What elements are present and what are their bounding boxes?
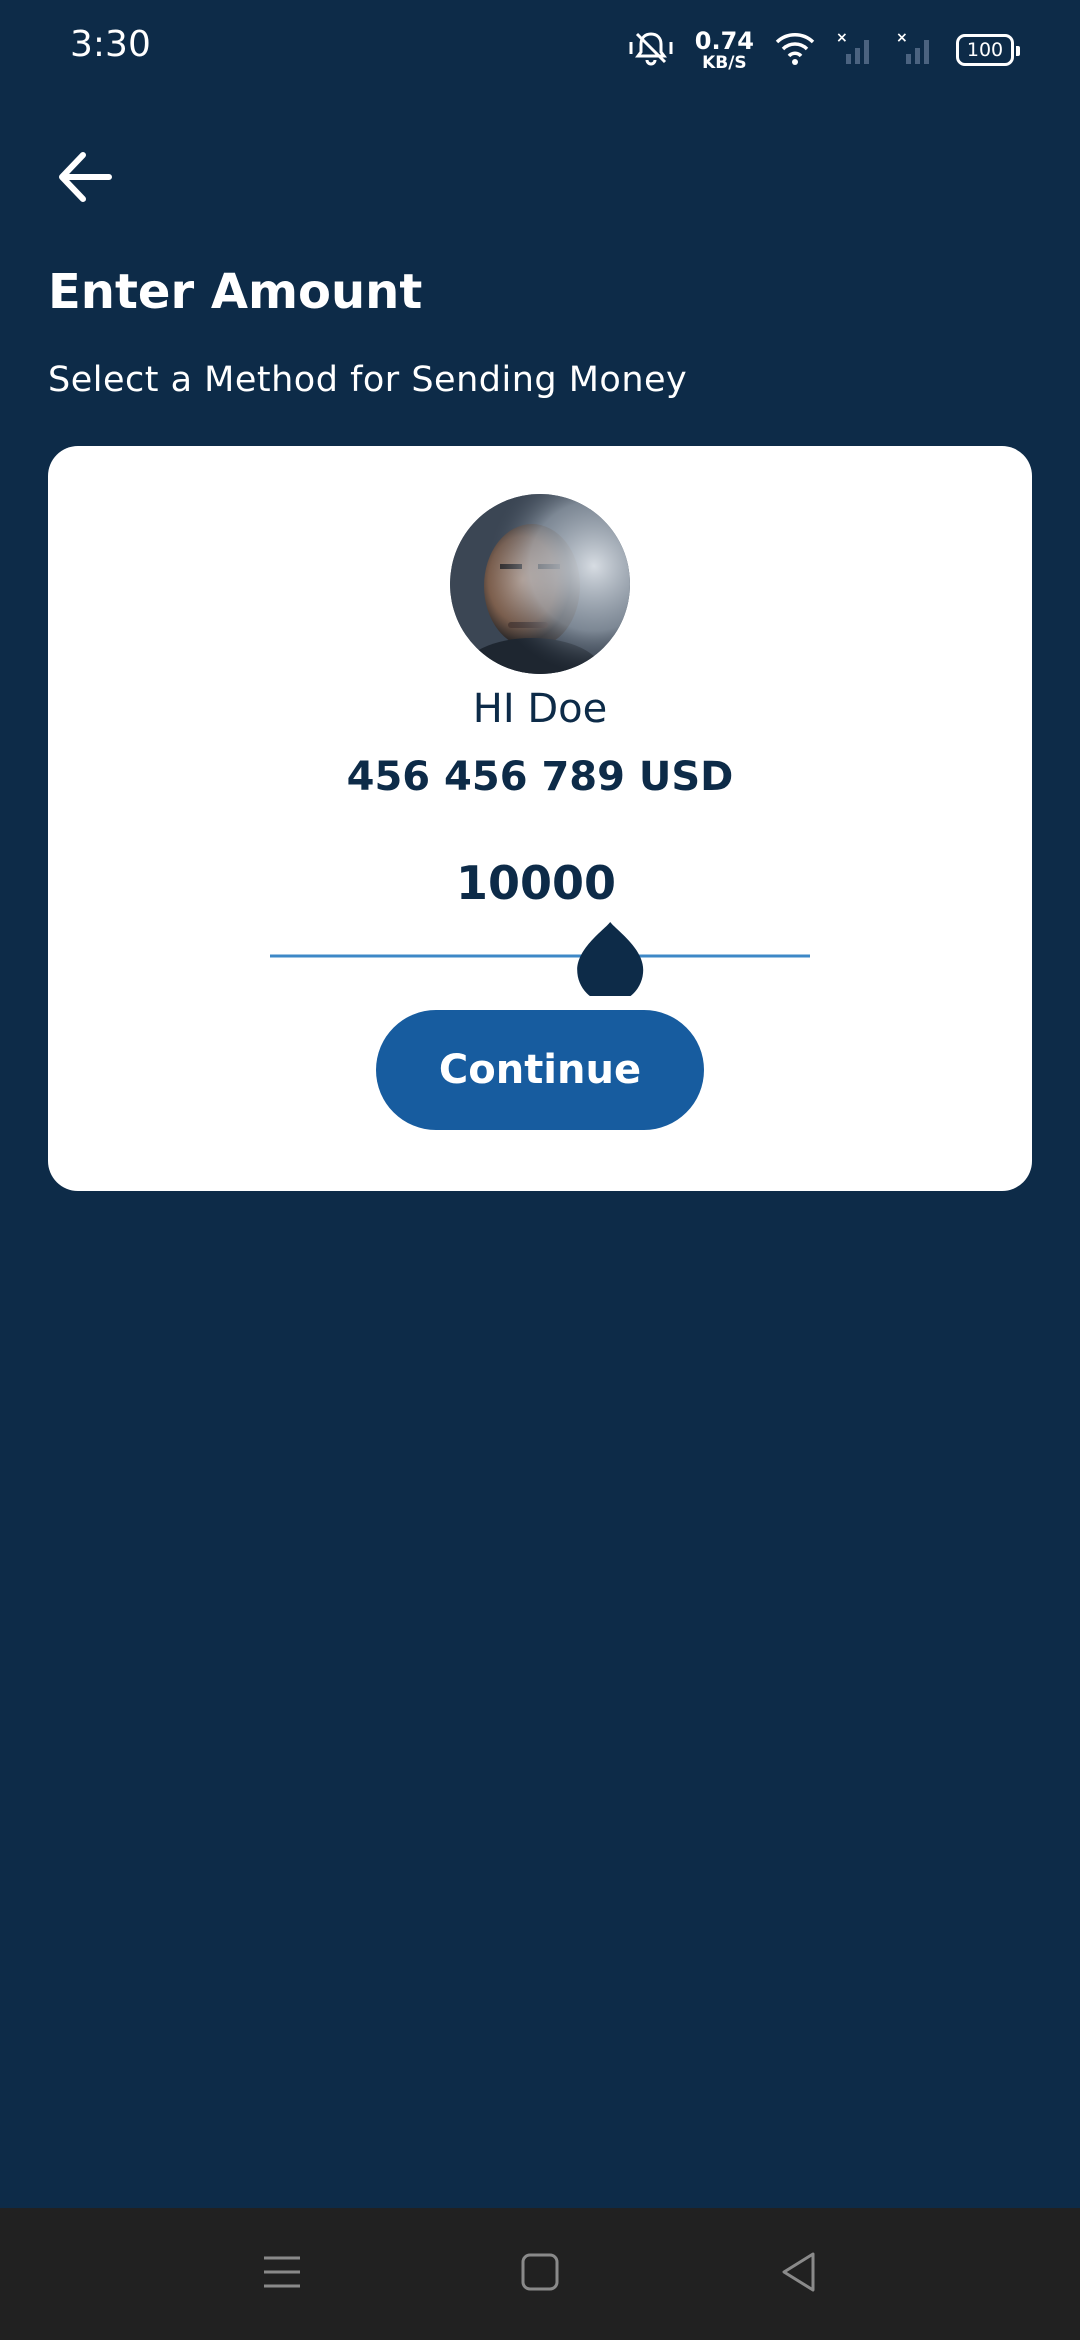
page-title: Enter Amount	[48, 264, 423, 320]
status-bar: 3:30 0.74 KB/S × × 100	[0, 0, 1080, 96]
signal-icon: ×	[896, 30, 936, 70]
nav-home-button[interactable]	[510, 2244, 570, 2304]
net-speed-value: 0.74	[694, 26, 754, 55]
continue-button[interactable]: Continue	[376, 1010, 704, 1130]
transfer-card: HI Doe 456 456 789 USD 10000 Continue	[48, 446, 1032, 1191]
recipient-account: 456 456 789 USD	[346, 754, 734, 800]
back-button[interactable]	[50, 144, 120, 214]
net-speed-unit: KB/S	[702, 52, 747, 73]
avatar	[450, 494, 630, 674]
svg-text:×: ×	[896, 30, 908, 46]
amount-slider[interactable]	[270, 916, 810, 1003]
battery-indicator: 100	[956, 34, 1020, 66]
status-icons: 0.74 KB/S × × 100	[627, 26, 1020, 74]
slider-thumb	[577, 922, 644, 1003]
nav-back-button[interactable]	[768, 2244, 828, 2304]
wifi-icon	[774, 30, 816, 70]
system-nav-bar	[0, 2208, 1080, 2340]
nav-menu-button[interactable]	[252, 2244, 312, 2304]
page-subtitle: Select a Method for Sending Money	[48, 360, 688, 400]
amount-value: 10000	[455, 856, 617, 910]
home-square-icon	[520, 2252, 560, 2296]
arrow-left-icon	[57, 151, 113, 207]
svg-text:×: ×	[836, 30, 848, 46]
net-speed: 0.74 KB/S	[695, 29, 754, 72]
signal-icon: ×	[836, 30, 876, 70]
mute-bell-icon	[627, 28, 675, 72]
recipient-name: HI Doe	[472, 686, 608, 732]
back-triangle-icon	[778, 2250, 818, 2298]
menu-icon	[260, 2252, 304, 2296]
status-time: 3:30	[70, 24, 151, 65]
